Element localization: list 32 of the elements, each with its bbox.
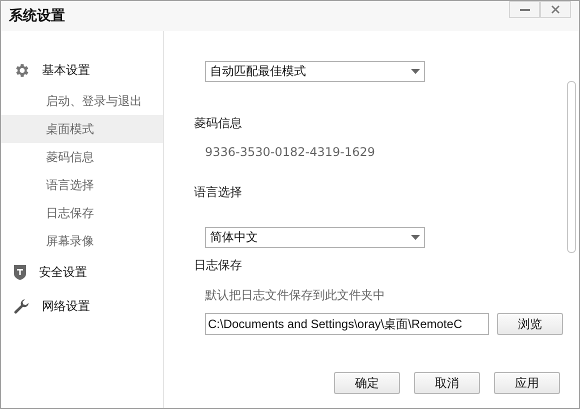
sidebar-group[interactable]: 基本设置 <box>1 53 163 87</box>
wrench-icon <box>13 298 30 314</box>
close-button[interactable] <box>540 1 571 18</box>
window-title: 系统设置 <box>8 7 65 25</box>
section-heading: 语言选择 <box>194 184 243 201</box>
sidebar-item[interactable]: 菱码信息 <box>1 143 163 171</box>
caret-icon <box>411 69 420 74</box>
minimize-button[interactable] <box>509 1 540 18</box>
browse-button[interactable]: 浏览 <box>497 313 563 335</box>
sidebar-item[interactable]: 桌面模式 <box>1 115 163 143</box>
section-heading: 菱码信息 <box>194 115 243 132</box>
shield-icon <box>13 264 27 280</box>
scrollbar-thumb[interactable] <box>567 81 576 253</box>
sidebar-item[interactable]: 日志保存 <box>1 199 163 227</box>
caret-icon <box>411 235 420 240</box>
language-dropdown[interactable]: 简体中文 <box>205 227 425 248</box>
dialog-button[interactable]: 应用 <box>494 372 560 394</box>
mode-dropdown[interactable]: 自动匹配最佳模式 <box>205 61 425 82</box>
sidebar-item[interactable]: 启动、登录与退出 <box>1 87 163 115</box>
sidebar-item[interactable]: 语言选择 <box>1 171 163 199</box>
sidebar-item[interactable]: 屏幕录像 <box>1 227 163 255</box>
sidebar-group[interactable]: 安全设置 <box>1 255 163 289</box>
path-field[interactable]: C:\Documents and Settings\oray\桌面\RemoteC <box>205 313 489 335</box>
minimize-icon <box>520 8 530 10</box>
dialog-button[interactable]: 取消 <box>414 372 480 394</box>
close-icon <box>551 5 560 14</box>
gear-icon <box>13 62 30 78</box>
dialog-button[interactable]: 确定 <box>334 372 400 394</box>
sidebar-group[interactable]: 网络设置 <box>1 289 163 323</box>
section-heading: 日志保存 <box>194 257 243 274</box>
description-text: 默认把日志文件保存到此文件夹中 <box>205 287 386 304</box>
code-text: 9336-3530-0182-4319-1629 <box>205 145 376 159</box>
